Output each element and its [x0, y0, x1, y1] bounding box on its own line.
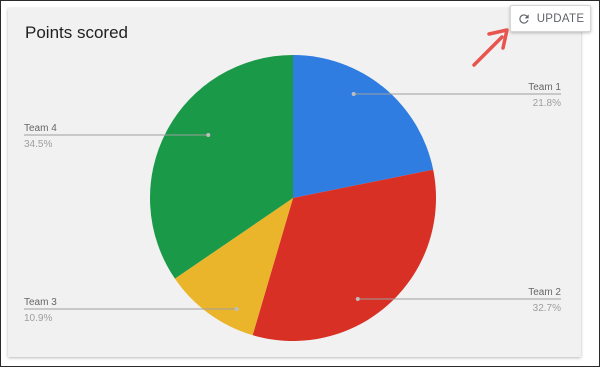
leader-dot	[355, 297, 360, 301]
screenshot-frame: Points scored Team 1 21.8% Team 2 32.7% Team…	[0, 0, 600, 367]
refresh-icon	[519, 13, 529, 24]
slice-percent-label: 21.8%	[533, 98, 561, 109]
update-button-label: UPDATE	[536, 12, 585, 25]
slice-percent-label: 10.9%	[24, 313, 52, 324]
slice-label: Team 1	[528, 82, 561, 93]
red-arrow-icon	[472, 28, 509, 67]
leader-dot	[234, 307, 239, 311]
leader-dot	[206, 133, 211, 137]
slice-percent-label: 34.5%	[24, 139, 52, 150]
update-button[interactable]: UPDATE	[510, 5, 591, 32]
slice-label: Team 2	[528, 287, 561, 298]
leader-dot	[351, 92, 356, 96]
slice-label: Team 4	[24, 123, 57, 134]
slice-percent-label: 32.7%	[533, 303, 561, 314]
slice-label: Team 3	[24, 297, 57, 308]
